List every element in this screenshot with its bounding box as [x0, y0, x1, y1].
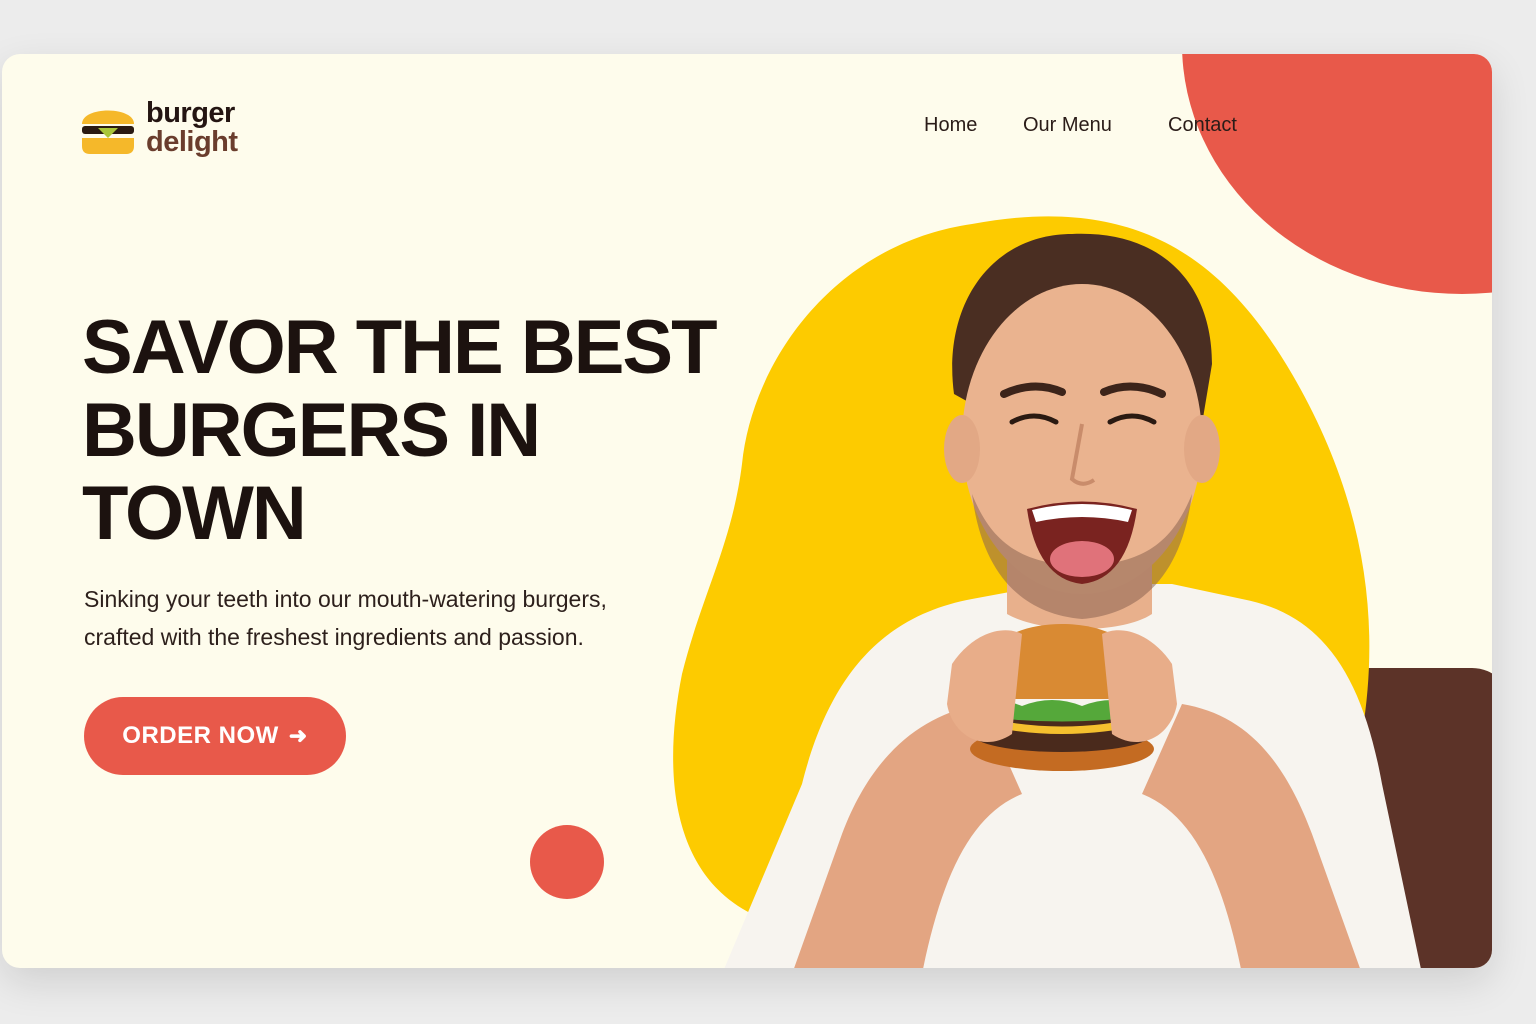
hero-headline-line: SAVOR THE BEST [82, 305, 718, 390]
hero-description-line: crafted with the freshest ingredients an… [84, 624, 584, 650]
order-now-label: ORDER NOW [122, 722, 279, 749]
nav-link-contact[interactable]: Contact [1168, 114, 1237, 137]
hero-headline-line: BURGERS IN [82, 388, 541, 473]
brand-logo[interactable]: burger delight [80, 98, 238, 158]
brand-name-line2: delight [146, 126, 238, 158]
hero-person-burger-image [724, 233, 1421, 968]
brand-name-line1: burger [146, 97, 235, 129]
decorative-red-dot [530, 825, 604, 899]
burger-logo-icon [82, 110, 134, 154]
hero-description: Sinking your teeth into our mouth-wateri… [84, 580, 704, 656]
nav-link-home[interactable]: Home [924, 114, 977, 137]
hero-headline-line: TOWN [82, 471, 307, 556]
nav-link-menu[interactable]: Our Menu [1023, 114, 1112, 137]
order-now-button[interactable]: ORDER NOW ➜ [84, 697, 346, 775]
hero-description-line: Sinking your teeth into our mouth-wateri… [84, 586, 607, 612]
hero-headline: SAVOR THE BEST BURGERS IN TOWN [82, 306, 762, 555]
arrow-right-icon: ➜ [288, 723, 308, 748]
brand-name: burger delight [146, 99, 238, 157]
landing-page-card: burger delight Home Our Menu Contact SAV… [2, 54, 1492, 968]
